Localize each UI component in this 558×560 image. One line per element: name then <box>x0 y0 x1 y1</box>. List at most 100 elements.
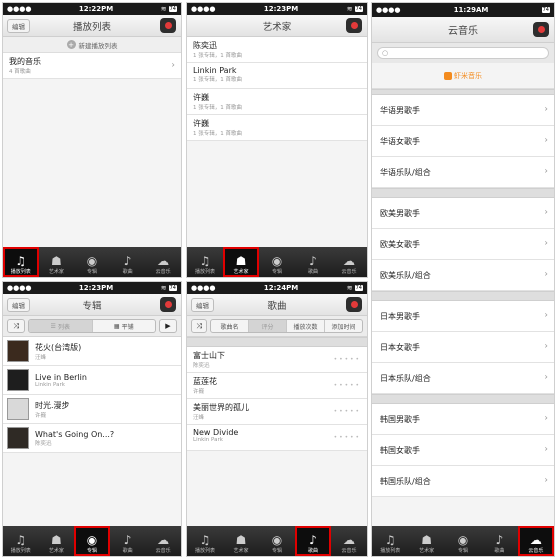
category-item[interactable]: 欧美男歌手 › <box>372 198 554 229</box>
album-icon: ◉ <box>86 254 98 268</box>
album-row[interactable]: Live in Berlin Linkin Park <box>3 366 181 395</box>
tab-albums[interactable]: ◉ 专辑 <box>74 526 110 556</box>
tab-cloud[interactable]: ☁ 云音乐 <box>331 247 367 277</box>
record-button[interactable] <box>346 297 362 312</box>
tab-artists[interactable]: ☗ 艺术家 <box>39 526 75 556</box>
record-button[interactable] <box>160 18 176 33</box>
tab-playlists[interactable]: ♫ 播放列表 <box>3 526 39 556</box>
album-row[interactable]: 花火(台湾版) 汪峰 <box>3 337 181 366</box>
song-row[interactable]: 蓝莲花 许巍 • • • • • <box>187 373 367 399</box>
shuffle-icon: ⤨ <box>196 321 202 330</box>
segment-list[interactable]: ☰ 列表 <box>29 320 93 332</box>
tab-playlists[interactable]: ♫ 播放列表 <box>187 526 223 556</box>
category-item[interactable]: 华语女歌手 › <box>372 126 554 157</box>
album-artist: 汪峰 <box>35 354 47 361</box>
tab-artists[interactable]: ☗ 艺术家 <box>408 526 444 556</box>
tab-cloud[interactable]: ☁ 云音乐 <box>331 526 367 556</box>
tab-songs[interactable]: ♪ 歌曲 <box>110 247 146 277</box>
tab-playlists[interactable]: ♫ 播放列表 <box>187 247 223 277</box>
segment-grid[interactable]: ▦ 平铺 <box>93 320 156 332</box>
tab-cloud[interactable]: ☁ 云音乐 <box>517 526 554 556</box>
tab-cloud[interactable]: ☁ 云音乐 <box>145 526 181 556</box>
album-row[interactable]: What's Going On...? 陈奕迅 <box>3 424 181 453</box>
list-item[interactable]: 许巍 1 张专辑，1 首歌曲 <box>187 115 367 141</box>
song-row[interactable]: 美丽世界的孤儿 汪峰 • • • • • <box>187 399 367 425</box>
tab-playlists[interactable]: ♫ 播放列表 <box>372 526 408 556</box>
album-icon: ◉ <box>457 533 469 547</box>
record-button[interactable] <box>160 297 176 312</box>
category-item[interactable]: 韩国乐队/组合 › <box>372 466 554 497</box>
list-item[interactable]: 我的音乐 4 首歌曲 › <box>3 53 181 79</box>
tab-albums[interactable]: ◉ 专辑 <box>259 526 295 556</box>
wifi-icon: ≋ <box>346 284 353 292</box>
edit-button[interactable]: 编辑 <box>191 298 214 312</box>
tab-bar: ♫ 播放列表 ☗ 艺术家 ◉ 专辑 ♪ 歌曲 ☁ 云音乐 <box>187 526 367 556</box>
tab-playlists[interactable]: ♫ 播放列表 <box>3 247 39 277</box>
tab-albums[interactable]: ◉ 专辑 <box>445 526 481 556</box>
tab-songs[interactable]: ♪ 歌曲 <box>295 247 331 277</box>
category-item[interactable]: 韩国女歌手 › <box>372 435 554 466</box>
list-item[interactable]: Linkin Park 1 张专辑，1 首歌曲 <box>187 63 367 89</box>
sort-by-rating[interactable]: 评分 <box>249 320 287 332</box>
play-button[interactable]: ▶ <box>159 319 177 333</box>
battery-icon: 74 <box>168 6 177 12</box>
list-item[interactable]: 许巍 1 张专辑，1 首歌曲 <box>187 89 367 115</box>
tab-songs[interactable]: ♪ 歌曲 <box>295 526 331 556</box>
tab-cloud[interactable]: ☁ 云音乐 <box>145 247 181 277</box>
category-item[interactable]: 华语乐队/组合 › <box>372 157 554 188</box>
song-row[interactable]: 富士山下 陈奕迅 • • • • • <box>187 347 367 373</box>
edit-button[interactable]: 编辑 <box>7 298 30 312</box>
category-item[interactable]: 欧美女歌手 › <box>372 229 554 260</box>
chevron-right-icon: › <box>544 269 548 280</box>
category-item[interactable]: 韩国男歌手 › <box>372 404 554 435</box>
playlist-icon: ♫ <box>15 254 27 268</box>
tab-artists[interactable]: ☗ 艺术家 <box>39 247 75 277</box>
rating-dots[interactable]: • • • • • <box>334 434 359 441</box>
status-bar: ●●●● 11:29AM 74 <box>372 3 554 17</box>
category-item[interactable]: 日本乐队/组合 › <box>372 363 554 394</box>
tab-albums[interactable]: ◉ 专辑 <box>259 247 295 277</box>
chevron-right-icon: › <box>544 310 548 321</box>
list-item[interactable]: 陈奕迅 1 张专辑，1 首歌曲 <box>187 37 367 63</box>
tab-songs[interactable]: ♪ 歌曲 <box>481 526 517 556</box>
xiami-label: 虾米音乐 <box>454 71 482 80</box>
shuffle-button[interactable]: ⤨ <box>7 319 25 333</box>
tab-artists[interactable]: ☗ 艺术家 <box>223 526 259 556</box>
playlist-icon: ♫ <box>199 533 211 547</box>
rating-dots[interactable]: • • • • • <box>334 356 359 363</box>
record-button[interactable] <box>346 18 362 33</box>
playlist-icon: ♫ <box>15 533 27 547</box>
battery-icon: 74 <box>541 7 550 13</box>
shuffle-button[interactable]: ⤨ <box>191 319 207 333</box>
tab-songs[interactable]: ♪ 歌曲 <box>110 526 146 556</box>
sort-by-name[interactable]: 歌曲名 <box>211 320 249 332</box>
rating-dots[interactable]: • • • • • <box>334 408 359 415</box>
new-playlist-button[interactable]: + 新建播放列表 <box>3 37 181 53</box>
album-row[interactable]: 时光.漫步 许巍 <box>3 395 181 424</box>
sort-by-date-added[interactable]: 添加时间 <box>325 320 362 332</box>
category-item[interactable]: 日本女歌手 › <box>372 332 554 363</box>
category-item[interactable]: 华语男歌手 › <box>372 95 554 126</box>
album-title: Live in Berlin <box>35 372 87 382</box>
wifi-icon: ≋ <box>160 284 167 292</box>
category-item[interactable]: 日本男歌手 › <box>372 301 554 332</box>
sort-by-plays[interactable]: 播放次数 <box>287 320 325 332</box>
edit-button[interactable]: 编辑 <box>7 19 30 33</box>
record-icon <box>164 22 172 29</box>
album-icon: ◉ <box>271 254 283 268</box>
search-input[interactable]: ○ <box>377 47 549 59</box>
status-time: 12:23PM <box>78 284 114 292</box>
category-label: 华语男歌手 <box>380 105 420 115</box>
album-cover <box>7 340 29 362</box>
tab-albums[interactable]: ◉ 专辑 <box>74 247 110 277</box>
section-divider <box>372 394 554 404</box>
chevron-right-icon: › <box>544 238 548 249</box>
xiami-header: 虾米音乐 <box>372 63 554 89</box>
category-item[interactable]: 欧美乐队/组合 › <box>372 260 554 291</box>
tab-artists[interactable]: ☗ 艺术家 <box>223 247 259 277</box>
music-note-icon: ♪ <box>309 533 317 547</box>
record-button[interactable] <box>533 22 549 37</box>
list-icon: ☰ <box>50 322 56 330</box>
song-row[interactable]: New Divide Linkin Park • • • • • <box>187 425 367 451</box>
rating-dots[interactable]: • • • • • <box>334 382 359 389</box>
